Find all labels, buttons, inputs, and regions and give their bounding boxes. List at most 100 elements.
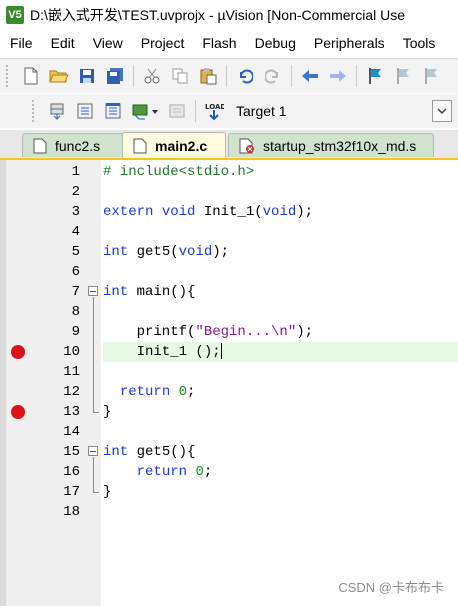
download-load-icon[interactable]: LOAD <box>203 100 225 122</box>
code-text[interactable] <box>103 502 458 522</box>
code-token: extern <box>103 204 154 220</box>
code-line[interactable]: 13} <box>0 402 458 422</box>
code-line[interactable]: 5 int get5(void); <box>0 242 458 262</box>
code-text[interactable]: return 0; <box>103 382 458 402</box>
code-line[interactable]: 2 <box>0 182 458 202</box>
code-token: void <box>262 204 297 220</box>
breakpoint-icon[interactable] <box>11 405 25 419</box>
code-text[interactable]: extern void Init_1(void); <box>103 202 458 222</box>
chevron-down-icon[interactable] <box>432 100 452 122</box>
code-line[interactable]: 18 <box>0 502 458 522</box>
code-token: return <box>136 464 188 480</box>
undo-icon[interactable] <box>234 65 256 87</box>
code-text[interactable] <box>103 262 458 282</box>
code-line[interactable]: 8 <box>0 302 458 322</box>
code-line[interactable]: 7 int main(){ <box>0 282 458 302</box>
code-line[interactable]: 14 <box>0 422 458 442</box>
file-modified-icon <box>239 138 254 153</box>
breakpoint-icon[interactable] <box>11 345 25 359</box>
bookmark-icon[interactable] <box>364 65 386 87</box>
menu-flash[interactable]: Flash <box>193 35 245 51</box>
prev-bookmark-icon[interactable] <box>392 65 414 87</box>
paste-icon[interactable] <box>197 65 219 87</box>
code-line[interactable]: 1 # include<stdio.h> <box>0 162 458 182</box>
code-line[interactable]: 10 Init_1 (); <box>0 342 458 362</box>
copy-icon[interactable] <box>169 65 191 87</box>
code-text[interactable]: printf("Begin...\n"); <box>103 322 458 342</box>
menu-peripherals[interactable]: Peripherals <box>305 35 394 51</box>
code-text[interactable]: int get5(){ <box>103 442 458 462</box>
code-token: Init_1( <box>195 204 263 220</box>
build-toolbar: LOAD Target 1 <box>0 94 458 128</box>
stop-build-icon[interactable] <box>166 100 188 122</box>
line-number: 9 <box>71 324 80 340</box>
code-text[interactable]: } <box>103 402 458 422</box>
tab-main2-c[interactable]: main2.c <box>122 132 226 158</box>
code-token: ); <box>212 244 230 260</box>
code-token: # include<stdio.h> <box>103 164 255 180</box>
line-number: 17 <box>63 484 80 500</box>
code-line[interactable]: 12 return 0; <box>0 382 458 402</box>
fold-toggle-icon[interactable] <box>88 446 98 456</box>
target-select[interactable]: Target 1 <box>232 100 396 122</box>
code-text[interactable]: # include<stdio.h> <box>103 162 458 182</box>
fold-guide <box>93 297 94 412</box>
menu-view[interactable]: View <box>84 35 132 51</box>
code-text[interactable] <box>103 422 458 442</box>
menu-debug[interactable]: Debug <box>246 35 305 51</box>
code-token: main(){ <box>128 284 196 300</box>
translate-icon[interactable] <box>46 100 68 122</box>
line-number: 8 <box>71 304 80 320</box>
code-text[interactable]: int main(){ <box>103 282 458 302</box>
code-token: int <box>103 444 129 460</box>
code-line[interactable]: 4 <box>0 222 458 242</box>
redo-icon[interactable] <box>262 65 284 87</box>
toolbar-grip[interactable] <box>32 100 39 122</box>
tab-startup-stm32f10x-md-s[interactable]: startup_stm32f10x_md.s <box>228 133 434 157</box>
code-token: ; <box>187 384 196 400</box>
menu-edit[interactable]: Edit <box>42 35 84 51</box>
menu-file[interactable]: File <box>0 35 42 51</box>
code-text[interactable]: } <box>103 482 458 502</box>
code-text[interactable] <box>103 362 458 382</box>
uvision-app-icon: V5 <box>6 6 24 24</box>
code-text[interactable]: Init_1 (); <box>103 342 458 362</box>
code-line[interactable]: 6 <box>0 262 458 282</box>
code-text[interactable]: return 0; <box>103 462 458 482</box>
code-line[interactable]: 15 int get5(){ <box>0 442 458 462</box>
svg-text:LOAD: LOAD <box>205 103 224 111</box>
navigate-back-icon[interactable] <box>299 65 321 87</box>
save-icon[interactable] <box>76 65 98 87</box>
new-file-icon[interactable] <box>20 65 42 87</box>
build-icon[interactable] <box>74 100 96 122</box>
target-select-value: Target 1 <box>236 103 287 119</box>
watermark: CSDN @卡布布卡 <box>338 580 444 595</box>
code-token: } <box>103 404 112 420</box>
fold-toggle-icon[interactable] <box>88 286 98 296</box>
next-bookmark-icon[interactable] <box>420 65 442 87</box>
cut-icon[interactable] <box>141 65 163 87</box>
menu-project[interactable]: Project <box>132 35 194 51</box>
code-editor[interactable]: 1 # include<stdio.h> 2 3 extern void Init_1(… <box>0 160 458 606</box>
code-token: ); <box>296 204 314 220</box>
tab-func2-s[interactable]: func2.s <box>22 133 126 157</box>
code-line[interactable]: 9 printf("Begin...\n"); <box>0 322 458 342</box>
code-text[interactable] <box>103 302 458 322</box>
batch-build-icon[interactable] <box>130 100 160 122</box>
code-line[interactable]: 17} <box>0 482 458 502</box>
toolbar-grip[interactable] <box>6 65 13 87</box>
code-text[interactable] <box>103 222 458 242</box>
rebuild-icon[interactable] <box>102 100 124 122</box>
code-text[interactable] <box>103 182 458 202</box>
open-folder-icon[interactable] <box>48 65 70 87</box>
code-line[interactable]: 16 return 0; <box>0 462 458 482</box>
line-number: 16 <box>63 464 80 480</box>
code-text[interactable]: int get5(void); <box>103 242 458 262</box>
navigate-forward-icon[interactable] <box>327 65 349 87</box>
menu-tools[interactable]: Tools <box>394 35 445 51</box>
code-line[interactable]: 11 <box>0 362 458 382</box>
save-all-icon[interactable] <box>104 65 126 87</box>
line-number: 7 <box>71 284 80 300</box>
code-line[interactable]: 3 extern void Init_1(void); <box>0 202 458 222</box>
